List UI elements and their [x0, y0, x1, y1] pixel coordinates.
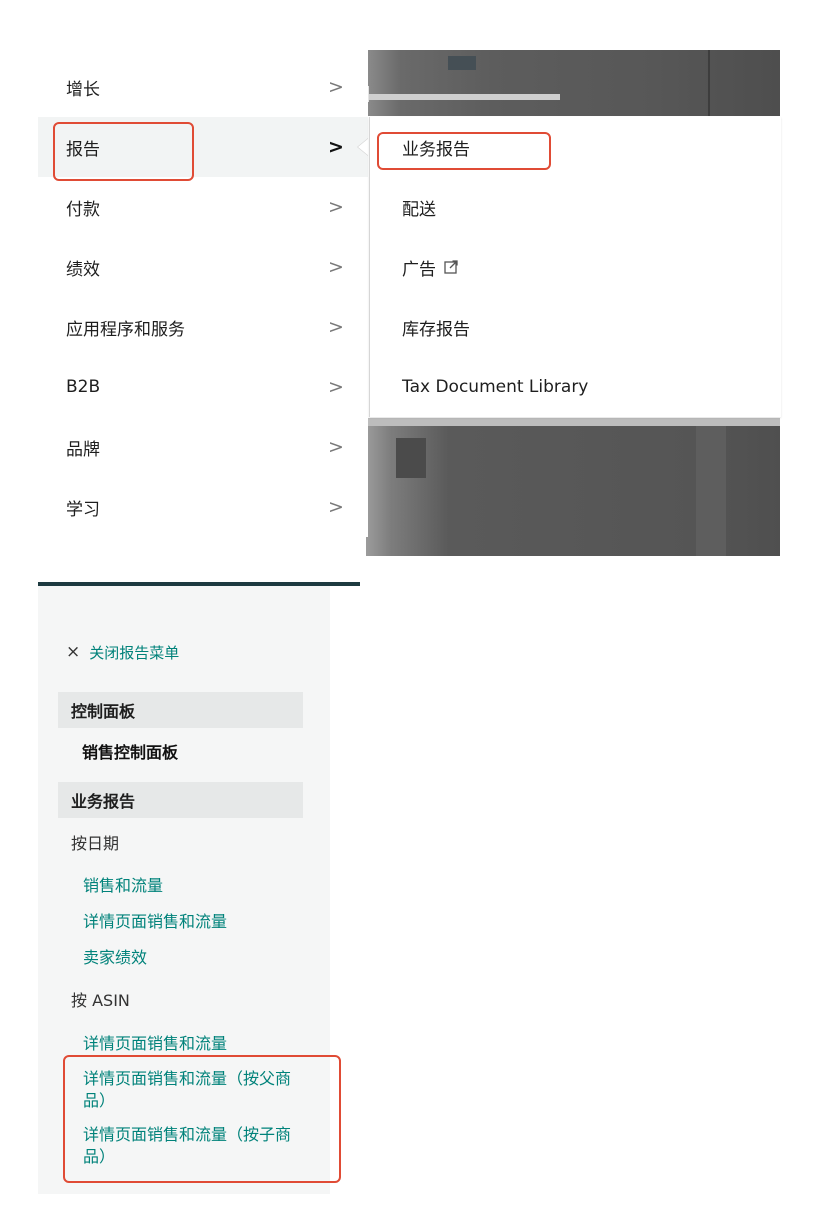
section-header-dashboards: 控制面板: [58, 692, 303, 728]
nav-item-label: 付款: [66, 199, 100, 220]
chevron-right-icon: >: [328, 375, 344, 398]
submenu-item-label: 库存报告: [402, 319, 470, 340]
submenu-item-label: Tax Document Library: [402, 377, 589, 397]
blurred-block: [696, 426, 726, 556]
close-icon: ×: [66, 642, 81, 662]
section-header-label: 控制面板: [71, 702, 136, 721]
nav-item-label: 学习: [66, 499, 100, 520]
report-link-by-parent-item[interactable]: 详情页面销售和流量（按父商品）: [83, 1068, 303, 1112]
blurred-background-top: [368, 50, 780, 116]
report-link-asin-detail-page-sales-traffic[interactable]: 详情页面销售和流量: [83, 1033, 303, 1055]
submenu-item-fulfillment[interactable]: 配送: [402, 192, 436, 222]
chevron-right-icon: >: [328, 75, 344, 98]
blurred-block: [396, 438, 426, 478]
group-label-by-asin: 按 ASIN: [71, 991, 130, 1010]
report-link-by-child-item[interactable]: 详情页面销售和流量（按子商品）: [83, 1124, 303, 1168]
chevron-right-icon: >: [328, 135, 344, 158]
submenu-item-inventory-reports[interactable]: 库存报告: [402, 312, 470, 342]
nav-item-label: 品牌: [66, 439, 100, 460]
blurred-strip: [368, 94, 560, 100]
main-nav-menu: 增长 > 报告 > 付款 > 绩效 > 应用程序和服务 > B2B > 品牌 >…: [38, 57, 368, 537]
nav-item-b2b[interactable]: B2B >: [38, 357, 368, 417]
chevron-right-icon: >: [328, 435, 344, 458]
report-sidebar-topbar: [38, 582, 360, 586]
nav-item-growth[interactable]: 增长 >: [38, 57, 368, 117]
section-header-business-reports: 业务报告: [58, 782, 303, 818]
external-link-icon: [444, 260, 458, 274]
nav-item-reports[interactable]: 报告 >: [38, 117, 368, 177]
nav-item-label: 绩效: [66, 259, 100, 280]
report-link-detail-page-sales-traffic[interactable]: 详情页面销售和流量: [83, 911, 303, 933]
blurred-divider: [708, 50, 710, 116]
close-report-menu-label: 关闭报告菜单: [89, 644, 180, 662]
submenu-item-tax-document-library[interactable]: Tax Document Library: [402, 372, 588, 402]
chevron-right-icon: >: [328, 495, 344, 518]
nav-item-label: 应用程序和服务: [66, 319, 185, 340]
nav-item-label: 增长: [66, 79, 100, 100]
chevron-right-icon: >: [328, 195, 344, 218]
nav-item-learn[interactable]: 学习 >: [38, 477, 368, 537]
submenu-pointer: [358, 138, 369, 156]
report-sidebar: × 关闭报告菜单 控制面板 销售控制面板 业务报告 按日期 销售和流量 详情页面…: [38, 582, 330, 1194]
close-report-menu-link[interactable]: × 关闭报告菜单: [66, 642, 179, 663]
screenshot-canvas: 增长 > 报告 > 付款 > 绩效 > 应用程序和服务 > B2B > 品牌 >…: [0, 0, 813, 1228]
section-header-label: 业务报告: [71, 792, 136, 811]
chevron-right-icon: >: [328, 255, 344, 278]
chevron-right-icon: >: [328, 315, 344, 338]
submenu-item-advertising[interactable]: 广告: [402, 252, 458, 282]
nav-item-apps-services[interactable]: 应用程序和服务 >: [38, 297, 368, 357]
nav-item-payments[interactable]: 付款 >: [38, 177, 368, 237]
report-link-sales-traffic[interactable]: 销售和流量: [83, 875, 303, 897]
submenu-item-label: 广告: [402, 259, 436, 280]
nav-item-brands[interactable]: 品牌 >: [38, 417, 368, 477]
blurred-background-bottom: [366, 418, 780, 556]
group-label-by-date: 按日期: [71, 834, 120, 853]
nav-item-label: B2B: [66, 377, 101, 397]
submenu-item-business-reports[interactable]: 业务报告: [402, 132, 470, 162]
blurred-line: [366, 418, 780, 426]
sales-dashboard-link[interactable]: 销售控制面板: [82, 739, 178, 763]
nav-item-performance[interactable]: 绩效 >: [38, 237, 368, 297]
blurred-block: [448, 56, 476, 70]
submenu-item-label: 配送: [402, 199, 436, 220]
report-link-seller-performance[interactable]: 卖家绩效: [83, 947, 303, 969]
submenu-item-label: 业务报告: [402, 139, 470, 160]
reports-submenu: 业务报告 配送 广告 库存报告 Tax Document Library: [369, 117, 781, 417]
nav-item-label: 报告: [66, 139, 100, 160]
